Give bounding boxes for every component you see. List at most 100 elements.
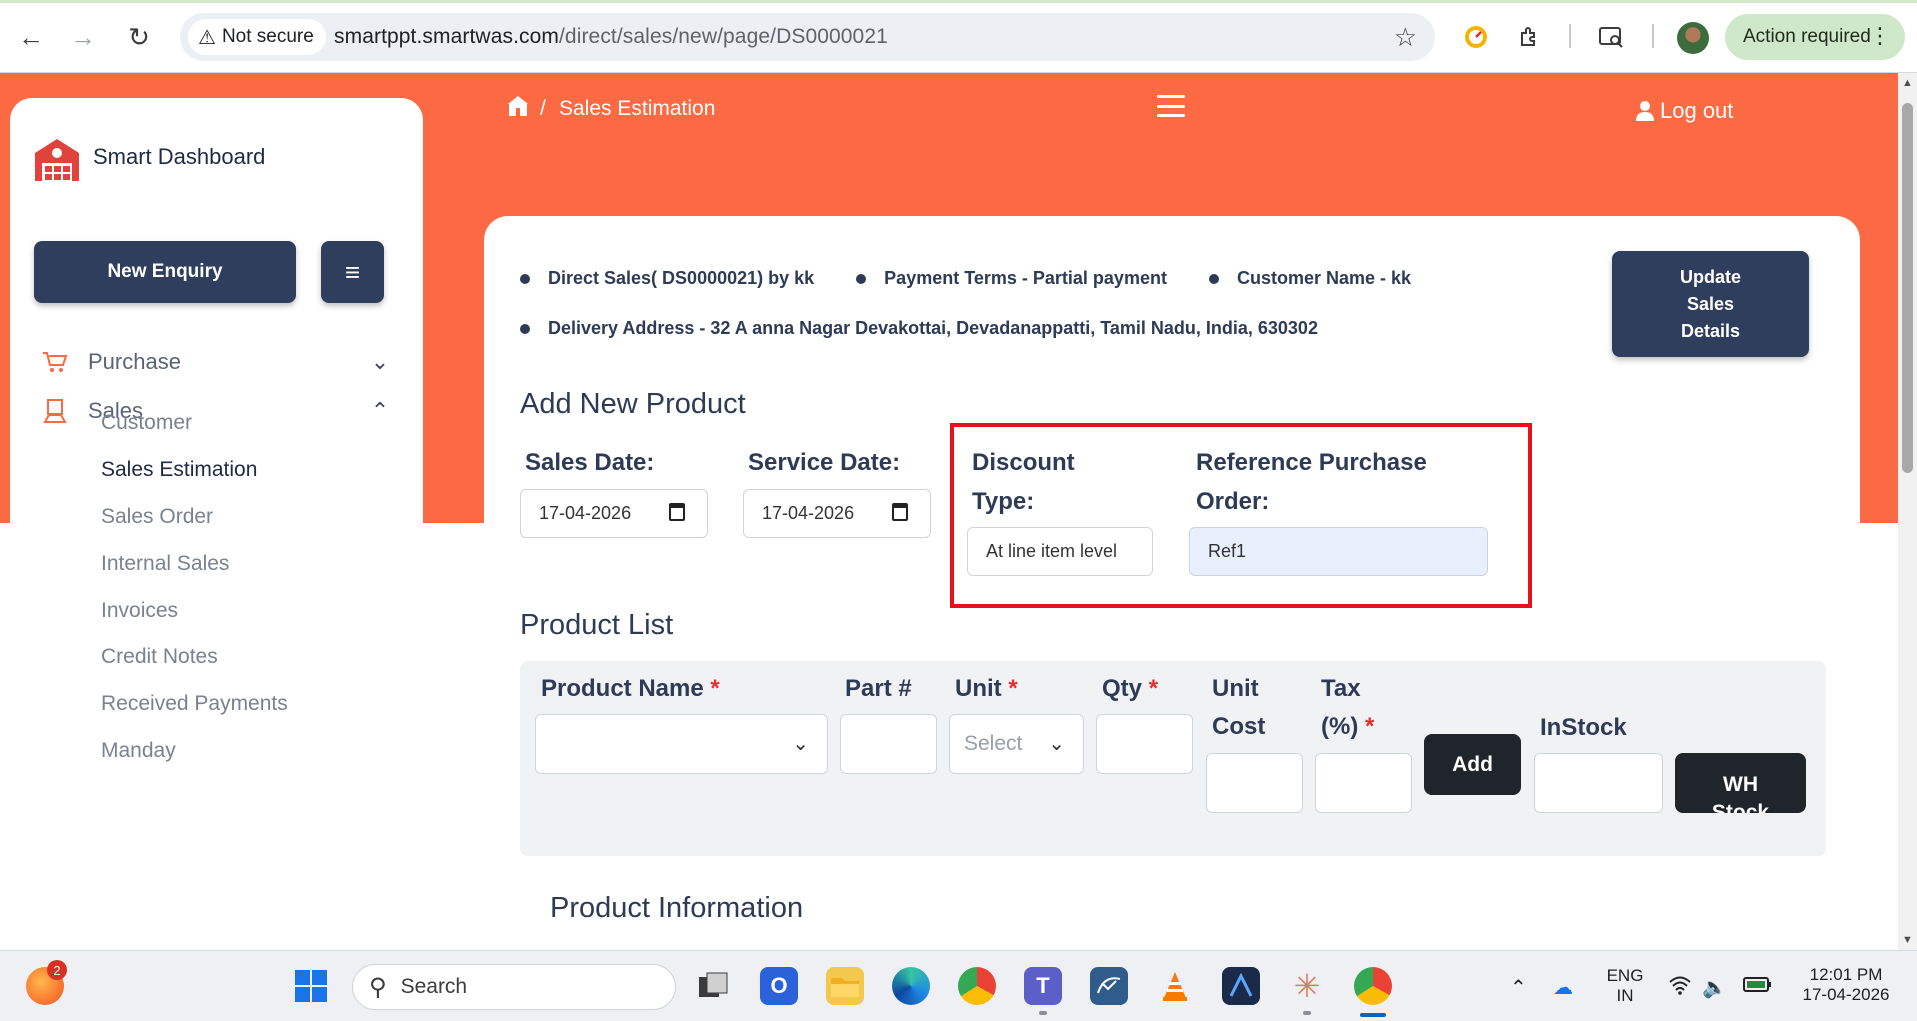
forward-icon[interactable]: → [66,20,100,54]
calendar-icon[interactable] [669,503,685,521]
sidebar-item-sales[interactable]: Sales ⌃ [40,391,395,431]
chevron-down-icon: ⌄ [1048,733,1065,755]
windows-start-icon[interactable] [292,967,330,1005]
sales-date-value: 17-04-2026 [539,503,632,523]
teams-icon[interactable]: T [1024,967,1062,1005]
sidebar-subitem-customer[interactable]: Customer [101,411,192,435]
sidebar-item-label: Purchase [88,349,181,374]
qty-input[interactable] [1096,714,1193,774]
part-number-input[interactable] [840,714,937,774]
part-number-label: Part # [845,675,912,702]
running-indicator [1303,1011,1311,1015]
page-load-indicator [0,0,1917,3]
wifi-icon[interactable] [1668,975,1692,1001]
unit-cost-input[interactable] [1206,753,1303,813]
battery-charging-icon[interactable] [1743,975,1773,999]
scrollbar-thumb[interactable] [1902,103,1913,473]
active-app-indicator [1360,1013,1386,1017]
summary-row-2: Delivery Address - 32 A anna Nagar Devak… [520,318,1360,339]
new-enquiry-button[interactable]: New Enquiry [34,241,296,303]
show-hidden-icons-chevron-up-icon[interactable]: ⌃ [1510,975,1527,1000]
summary-customer-name: Customer Name - kk [1208,268,1411,289]
vlc-icon[interactable] [1156,967,1194,1005]
update-sales-details-button[interactable]: Update Sales Details [1612,251,1809,357]
warning-icon: ⚠ [198,26,216,49]
add-new-product-title: Add New Product [520,388,746,420]
action-required-button[interactable]: Action required ⋮ [1725,14,1905,60]
user-icon [1636,101,1654,121]
sidebar-subitem-sales-order[interactable]: Sales Order [101,505,213,529]
sidebar-subitem-internal-sales[interactable]: Internal Sales [101,552,229,576]
search-icon: ⚲ [369,973,387,1001]
scroll-up-arrow-icon[interactable]: ▲ [1902,77,1913,89]
summary-direct-sales-text: Direct Sales( DS0000021) by kk [548,268,815,288]
file-explorer-icon[interactable] [826,967,864,1005]
home-icon[interactable] [507,95,529,117]
outlook-icon[interactable]: O [760,967,798,1005]
back-icon[interactable]: ← [14,20,48,54]
wh-stock-button[interactable]: WH Stock [1675,753,1806,813]
sidebar-subitem-received-payments[interactable]: Received Payments [101,692,288,716]
browser-toolbar: ← → ↻ ⚠ Not secure smartppt.smartwas.com… [0,0,1917,73]
sidebar-subitem-invoices[interactable]: Invoices [101,599,178,623]
mysql-workbench-icon[interactable] [1090,967,1128,1005]
action-required-label: Action required [1743,26,1871,47]
sidebar-item-purchase[interactable]: Purchase ⌄ [40,342,395,382]
sidebar-subitem-credit-notes[interactable]: Credit Notes [101,645,218,669]
site-security-chip[interactable]: ⚠ Not secure [188,19,326,55]
notification-badge: 2 [47,960,67,980]
clock-time: 12:01 PM [1809,965,1883,984]
url-text[interactable]: smartppt.smartwas.com/direct/sales/new/p… [334,25,888,49]
calendar-icon[interactable] [892,503,908,521]
sales-date-input[interactable]: 17-04-2026 [520,489,708,538]
unit-label: Unit * [955,670,1018,708]
language-indicator[interactable]: ENG IN [1605,966,1645,1006]
onedrive-cloud-icon[interactable]: ☁ [1553,975,1573,1000]
clock[interactable]: 12:01 PM 17-04-2026 [1790,965,1902,1005]
bookmark-star-icon[interactable]: ☆ [1394,22,1417,53]
claude-icon[interactable]: ✳ [1288,967,1326,1005]
tax-label-line-2: (%) [1321,713,1359,740]
unit-select[interactable]: Select ⌄ [949,714,1084,774]
chevron-up-icon: ⌃ [370,398,390,423]
extensions-puzzle-icon[interactable] [1514,22,1546,52]
qty-label: Qty * [1102,670,1158,708]
page-scrollbar[interactable]: ▲ ▼ [1898,73,1917,950]
sales-date-label: Sales Date: [525,449,655,476]
arc-app-icon[interactable] [1222,967,1260,1005]
url-host: smartppt.smartwas.com [334,25,559,48]
instock-input[interactable] [1534,753,1663,813]
profile-avatar[interactable] [1677,22,1709,54]
service-date-input[interactable]: 17-04-2026 [743,489,931,538]
task-view-icon[interactable] [694,967,732,1005]
tax-input[interactable] [1315,753,1412,813]
scroll-down-arrow-icon[interactable]: ▼ [1902,934,1913,946]
unit-select-placeholder: Select [964,732,1023,755]
address-bar[interactable]: ⚠ Not secure smartppt.smartwas.com/direc… [180,13,1435,61]
chevron-down-icon: ⌄ [370,349,390,374]
warehouse-logo-icon [35,139,79,181]
unit-cost-label-line-2: Cost [1212,713,1266,740]
edge-browser-icon[interactable] [892,967,930,1005]
search-tabs-icon[interactable] [1595,22,1627,52]
add-product-button[interactable]: Add [1424,734,1521,795]
qty-label-text: Qty [1102,675,1143,702]
wh-stock-label-line-2: Stock [1711,801,1770,813]
logout-link[interactable]: Log out [1636,98,1733,124]
hamburger-menu-icon[interactable] [1157,95,1185,117]
chrome-icon[interactable] [958,967,996,1005]
summary-payment-terms-text: Payment Terms - Partial payment [884,268,1167,288]
more-options-icon[interactable]: ⋮ [1869,23,1891,49]
service-date-label: Service Date: [748,449,901,476]
extension-speedometer-icon[interactable] [1460,22,1492,52]
language-code: ENG [1606,966,1644,985]
sidebar-subitem-sales-estimation[interactable]: Sales Estimation [101,458,257,482]
reload-icon[interactable]: ↻ [122,20,156,54]
sidebar-menu-toggle[interactable]: ≡ [321,241,384,303]
chrome-profile-icon[interactable] [1354,967,1392,1005]
sidebar-subitem-manday[interactable]: Manday [101,739,176,763]
taskbar-search[interactable]: ⚲ Search [352,964,676,1010]
product-name-select[interactable]: ⌄ [535,714,828,774]
speaker-icon[interactable]: 🔈 [1702,975,1727,1000]
menu-icon: ≡ [344,256,361,287]
